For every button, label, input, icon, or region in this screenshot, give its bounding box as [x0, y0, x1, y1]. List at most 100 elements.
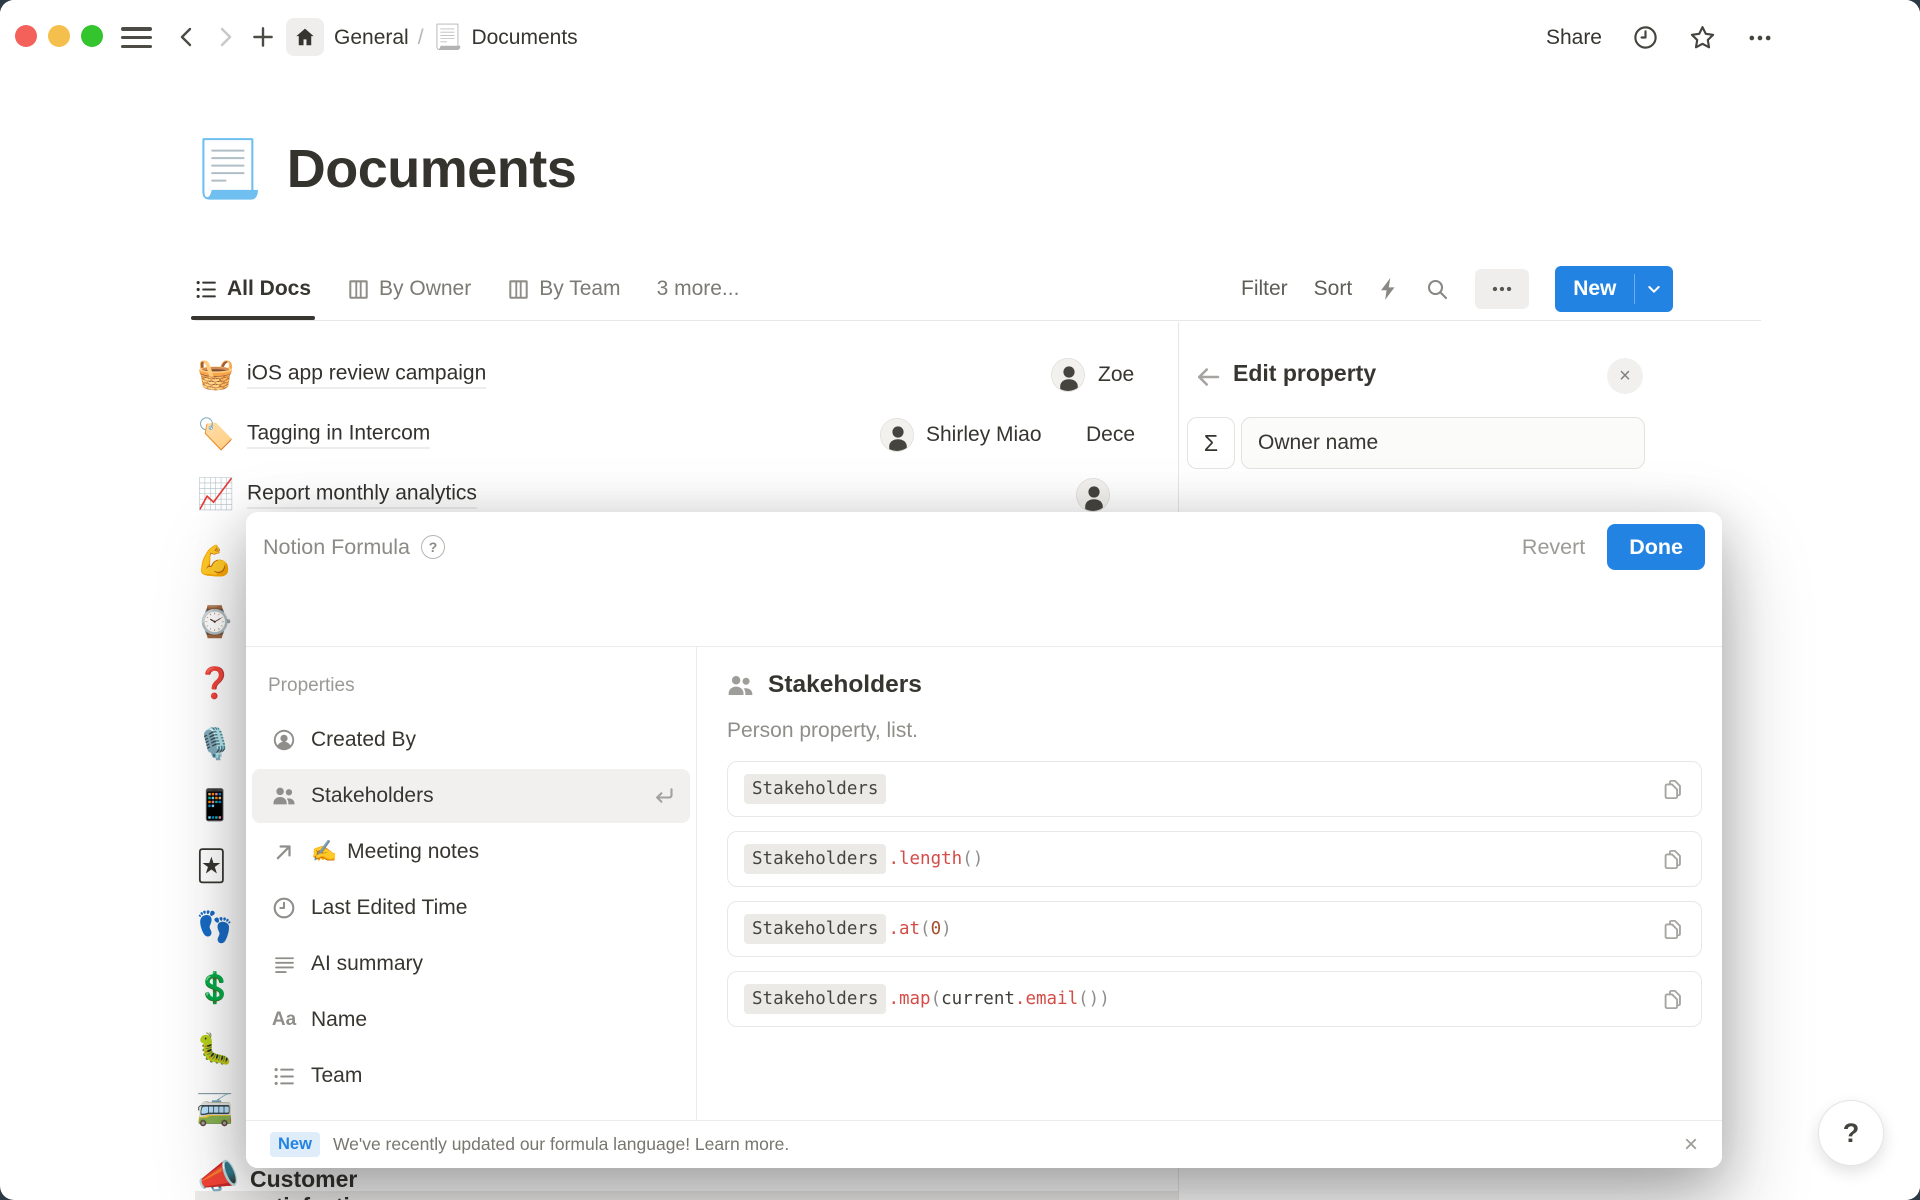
row-icon: ❓: [196, 669, 233, 699]
property-type-formula-button[interactable]: Σ: [1187, 417, 1235, 469]
breadcrumb-page[interactable]: Documents: [471, 26, 577, 50]
view-tab-3-more-[interactable]: 3 more...: [653, 258, 744, 320]
table-row[interactable]: 🏷️Tagging in IntercomShirley MiaoDece: [195, 405, 1295, 465]
copy-icon[interactable]: [1662, 848, 1685, 871]
property-item-stakeholders[interactable]: Stakeholders: [252, 769, 690, 823]
copy-icon[interactable]: [1662, 918, 1685, 941]
row-icon: 🏷️: [197, 420, 234, 450]
table-row-title[interactable]: Report monthly analytics: [247, 482, 477, 509]
property-item-last-edited-time[interactable]: Last Edited Time: [252, 881, 690, 935]
row-icon: 🎙️: [196, 730, 233, 760]
copy-icon[interactable]: [1662, 778, 1685, 801]
view-tab-all-docs[interactable]: All Docs: [191, 258, 315, 320]
code-segment-paren: (: [931, 989, 942, 1009]
view-tab-by-owner[interactable]: By Owner: [343, 258, 475, 320]
new-dropdown-chevron[interactable]: [1635, 266, 1673, 312]
forward-button[interactable]: [210, 22, 240, 52]
view-tab-label: All Docs: [227, 277, 311, 301]
view-tabs: All Docs By Owner By Team 3 more...: [191, 258, 743, 320]
topbar-actions: Share: [1546, 0, 1774, 75]
new-button[interactable]: New: [1555, 266, 1634, 312]
code-segment-token: Stakeholders: [744, 914, 886, 944]
breadcrumb-root[interactable]: General: [334, 26, 409, 50]
banner-message: We've recently updated our formula langu…: [333, 1134, 789, 1155]
property-name-input[interactable]: [1241, 417, 1645, 469]
row-icon: 💪: [196, 547, 233, 577]
code-segment-paren: (): [1078, 989, 1099, 1009]
formula-input-area[interactable]: [246, 582, 1722, 646]
share-button[interactable]: Share: [1546, 26, 1602, 50]
formula-help-icon[interactable]: ?: [421, 535, 445, 559]
table-row[interactable]: 🧺iOS app review campaignZoe: [195, 345, 1295, 405]
favorite-star-icon[interactable]: [1689, 24, 1716, 51]
code-segment-paren: ): [1099, 989, 1110, 1009]
board-view-icon: [507, 278, 530, 301]
more-options-icon[interactable]: [1746, 24, 1774, 52]
formula-example-row[interactable]: Stakeholders.at(0): [727, 901, 1702, 957]
owner-name: Shirley Miao: [926, 423, 1042, 447]
updates-clock-icon[interactable]: [1632, 24, 1659, 51]
board-view-icon: [347, 278, 370, 301]
list-icon: [271, 1065, 297, 1088]
done-button[interactable]: Done: [1607, 524, 1705, 570]
properties-section-label: Properties: [268, 675, 690, 697]
view-tab-label: 3 more...: [657, 277, 740, 301]
detail-property-description: Person property, list.: [727, 719, 1702, 743]
view-tab-by-team[interactable]: By Team: [503, 258, 624, 320]
property-item-label: Team: [311, 1064, 362, 1088]
minimize-window-button[interactable]: [48, 25, 70, 47]
property-item-label: Stakeholders: [311, 784, 434, 808]
search-icon[interactable]: [1425, 277, 1449, 301]
new-tab-button[interactable]: [248, 22, 278, 52]
back-button[interactable]: [172, 22, 202, 52]
table-row-title[interactable]: iOS app review campaign: [247, 362, 486, 389]
filter-button[interactable]: Filter: [1241, 277, 1288, 301]
property-item-label: Meeting notes: [347, 840, 479, 864]
row-icon: ⌚: [196, 608, 233, 638]
code-segment-function: .at: [888, 919, 920, 939]
formula-update-banner: New We've recently updated our formula l…: [246, 1120, 1722, 1168]
banner-close-icon[interactable]: ×: [1684, 1133, 1698, 1157]
property-item-ai-summary[interactable]: AI summary: [252, 937, 690, 991]
code-segment-paren: (: [920, 919, 931, 939]
enter-return-icon: [652, 784, 676, 808]
formula-modal-header: Notion Formula ? Revert Done: [246, 512, 1722, 582]
code-segment-plain: current: [941, 989, 1015, 1009]
automations-bolt-icon[interactable]: [1378, 277, 1399, 301]
list-view-icon: [195, 278, 218, 301]
sort-button[interactable]: Sort: [1314, 277, 1353, 301]
formula-modal-title: Notion Formula: [263, 535, 410, 560]
help-button[interactable]: ?: [1818, 1100, 1884, 1166]
sidebar-menu-icon[interactable]: [121, 27, 152, 48]
zoom-window-button[interactable]: [81, 25, 103, 47]
property-item-name[interactable]: AaName: [252, 993, 690, 1047]
breadcrumb-separator: /: [418, 26, 424, 50]
new-badge: New: [270, 1132, 320, 1157]
formula-example-row[interactable]: Stakeholders: [727, 761, 1702, 817]
property-item-meeting-notes[interactable]: ✍️ Meeting notes: [252, 825, 690, 879]
close-window-button[interactable]: [15, 25, 37, 47]
table-row-title[interactable]: Tagging in Intercom: [247, 422, 430, 449]
row-icon: 🐛: [196, 1035, 233, 1065]
view-controls: Filter Sort New: [1241, 258, 1673, 320]
revert-button[interactable]: Revert: [1522, 535, 1585, 560]
window-controls: [15, 25, 103, 47]
home-button[interactable]: [286, 18, 324, 56]
copy-icon[interactable]: [1662, 988, 1685, 1011]
property-item-label: Last Edited Time: [311, 896, 467, 920]
page-title[interactable]: Documents: [287, 138, 577, 200]
property-item-created-by[interactable]: Created By: [252, 713, 690, 767]
table-row-title[interactable]: Customer satisfaction survey: [250, 1166, 378, 1200]
panel-close-icon[interactable]: ×: [1607, 358, 1643, 394]
page-icon[interactable]: 📃: [193, 141, 263, 197]
panel-back-arrow-icon[interactable]: [1193, 362, 1223, 392]
view-settings-ellipsis-button[interactable]: [1475, 269, 1529, 309]
code-segment-number: 0: [931, 919, 942, 939]
formula-example-row[interactable]: Stakeholders.length(): [727, 831, 1702, 887]
text-lines-icon: [271, 953, 297, 976]
formula-example-row[interactable]: Stakeholders.map(current.email()): [727, 971, 1702, 1027]
property-item-team[interactable]: Team: [252, 1049, 690, 1103]
property-page-emoji: ✍️: [311, 840, 337, 864]
formula-properties-sidebar: Properties Created By Stakeholders ✍️ Meeti…: [246, 647, 697, 1120]
window-topbar: General / 📃 Documents Share: [0, 0, 1920, 75]
